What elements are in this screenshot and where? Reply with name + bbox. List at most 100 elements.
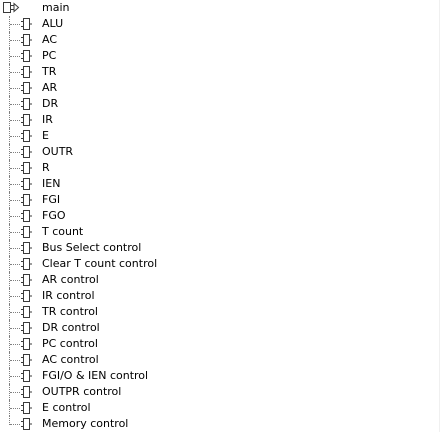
component-icon <box>20 417 34 431</box>
tree-item-ac[interactable]: AC <box>0 32 430 48</box>
tree-item-outr[interactable]: OUTR <box>0 144 430 160</box>
component-icon <box>20 177 34 191</box>
tree-item-label: AC control <box>42 353 99 366</box>
component-icon <box>20 401 34 415</box>
component-icon <box>20 305 34 319</box>
tree-item-tr-control[interactable]: TR control <box>0 304 430 320</box>
tree-item-t-count[interactable]: T count <box>0 224 430 240</box>
tree-item-tr[interactable]: TR <box>0 64 430 80</box>
tree-item-label: FGO <box>42 209 66 222</box>
tree-item-dr[interactable]: DR <box>0 96 430 112</box>
tree-connector-horizontal <box>10 88 20 89</box>
tree-item-label: DR <box>42 97 59 110</box>
tree-connector-horizontal <box>10 136 20 137</box>
tree-connector-horizontal <box>10 24 20 25</box>
circuit-tree: main ALU AC PC TR AR DR IR E OUTR R IEN FGI FGO T cou… <box>0 0 440 432</box>
tree-item-label: Clear T count control <box>42 257 158 270</box>
tree-item-label: Bus Select control <box>42 241 142 254</box>
tree-item-ir[interactable]: IR <box>0 112 430 128</box>
component-icon <box>20 161 34 175</box>
tree-connector-horizontal <box>10 392 20 393</box>
tree-item-label: PC control <box>42 337 98 350</box>
component-icon <box>20 241 34 255</box>
tree-item-label: R <box>42 161 50 174</box>
tree-item-clear-t-count-control[interactable]: Clear T count control <box>0 256 430 272</box>
tree-item-label: AC <box>42 33 58 46</box>
tree-connector-horizontal <box>10 312 20 313</box>
component-icon <box>20 209 34 223</box>
tree-item-dr-control[interactable]: DR control <box>0 320 430 336</box>
tree-item-outpr-control[interactable]: OUTPR control <box>0 384 430 400</box>
component-icon <box>20 257 34 271</box>
tree-item-label: E <box>42 129 49 142</box>
component-icon <box>20 129 34 143</box>
component-icon <box>20 289 34 303</box>
tree-root-main[interactable]: main <box>0 0 430 16</box>
component-icon <box>20 353 34 367</box>
tree-item-label: FGI/O & IEN control <box>42 369 149 382</box>
component-icon <box>20 369 34 383</box>
tree-item-label: IR control <box>42 289 95 302</box>
tree-item-r[interactable]: R <box>0 160 430 176</box>
tree-item-ar-control[interactable]: AR control <box>0 272 430 288</box>
tree-item-label: OUTPR control <box>42 385 122 398</box>
component-icon <box>20 193 34 207</box>
tree-item-e-control[interactable]: E control <box>0 400 430 416</box>
component-icon <box>20 33 34 47</box>
tree-connector-horizontal <box>10 408 20 409</box>
tree-item-ac-control[interactable]: AC control <box>0 352 430 368</box>
tree-item-label: TR control <box>42 305 98 318</box>
tree-item-ien[interactable]: IEN <box>0 176 430 192</box>
tree-item-ir-control[interactable]: IR control <box>0 288 430 304</box>
tree-connector-horizontal <box>10 56 20 57</box>
tree-item-label: T count <box>42 225 84 238</box>
tree-connector-horizontal <box>10 72 20 73</box>
component-icon <box>20 81 34 95</box>
tree-item-label: OUTR <box>42 145 74 158</box>
tree-connector-horizontal <box>10 280 20 281</box>
tree-connector-horizontal <box>10 40 20 41</box>
component-icon <box>20 385 34 399</box>
tree-item-label: FGI <box>42 193 61 206</box>
tree-item-fgo[interactable]: FGO <box>0 208 430 224</box>
tree-item-pc[interactable]: PC <box>0 48 430 64</box>
component-icon <box>20 225 34 239</box>
component-icon <box>20 145 34 159</box>
component-icon <box>20 17 34 31</box>
component-icon <box>20 113 34 127</box>
component-icon <box>20 65 34 79</box>
tree-connector-horizontal <box>10 248 20 249</box>
tree-item-bus-select-control[interactable]: Bus Select control <box>0 240 430 256</box>
tree-item-label: DR control <box>42 321 100 334</box>
tree-item-label: TR <box>42 65 57 78</box>
tree-item-alu[interactable]: ALU <box>0 16 430 32</box>
tree-connector-horizontal <box>10 328 20 329</box>
tree-item-ar[interactable]: AR <box>0 80 430 96</box>
component-icon <box>20 49 34 63</box>
circuit-root-icon <box>2 1 20 15</box>
tree-connector-horizontal <box>10 360 20 361</box>
component-icon <box>20 321 34 335</box>
tree-item-fgi[interactable]: FGI <box>0 192 430 208</box>
tree-connector-horizontal <box>10 120 20 121</box>
tree-item-label: PC <box>42 49 57 62</box>
tree-item-memory-control[interactable]: Memory control <box>0 416 430 432</box>
component-icon <box>20 337 34 351</box>
tree-connector-horizontal <box>10 216 20 217</box>
tree-item-fgi-o-ien-control[interactable]: FGI/O & IEN control <box>0 368 430 384</box>
tree-connector-horizontal <box>10 168 20 169</box>
tree-item-label: Memory control <box>42 417 129 430</box>
component-icon <box>20 273 34 287</box>
tree-connector-horizontal <box>10 152 20 153</box>
tree-item-label: E control <box>42 401 91 414</box>
tree-connector-horizontal <box>10 424 20 425</box>
tree-root-label: main <box>42 1 70 14</box>
tree-item-pc-control[interactable]: PC control <box>0 336 430 352</box>
tree-connector-horizontal <box>10 264 20 265</box>
tree-item-label: AR <box>42 81 58 94</box>
component-icon <box>20 97 34 111</box>
tree-item-e[interactable]: E <box>0 128 430 144</box>
tree-connector-horizontal <box>10 344 20 345</box>
tree-connector-horizontal <box>10 184 20 185</box>
tree-item-label: ALU <box>42 17 64 30</box>
